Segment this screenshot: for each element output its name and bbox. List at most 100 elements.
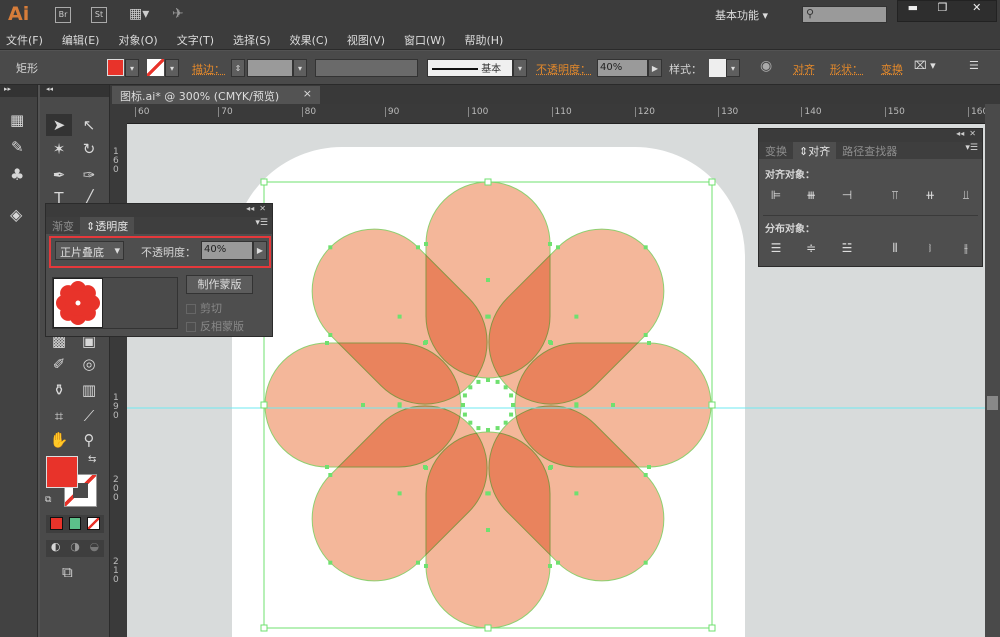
magic-wand-tool-icon[interactable]: ✶ (46, 138, 72, 160)
bridge-button[interactable]: Br (55, 7, 71, 23)
color-mode-button[interactable] (50, 517, 63, 530)
bounding-box-handle[interactable] (260, 624, 268, 632)
bounding-box-handle[interactable] (708, 401, 716, 409)
menu-effect[interactable]: 效果(C) (290, 32, 328, 48)
anchor-point[interactable] (574, 491, 579, 496)
fill-dropdown[interactable]: ▾ (125, 59, 139, 77)
scroll-thumb[interactable] (987, 396, 998, 410)
anchor-point[interactable] (556, 560, 561, 565)
close-window-button[interactable]: ✕ (957, 1, 996, 21)
opacity-label[interactable]: 不透明度： (536, 61, 591, 77)
anchor-point[interactable] (509, 393, 514, 398)
stroke-weight-input[interactable] (247, 59, 293, 77)
close-panel-icon[interactable]: ✕ (259, 204, 266, 213)
selection-tool-icon[interactable]: ➤ (46, 114, 72, 136)
screen-mode-icon[interactable]: ⧉ (62, 563, 73, 581)
anchor-point[interactable] (643, 332, 648, 337)
arrange-documents-icon[interactable]: ▦▾ (129, 6, 149, 22)
anchor-point[interactable] (423, 465, 427, 469)
sync-icon[interactable]: ✈ (172, 6, 184, 22)
anchor-point[interactable] (643, 245, 648, 250)
tab-transparency[interactable]: ⇕透明度 (80, 217, 135, 235)
anchor-point[interactable] (486, 428, 490, 432)
anchor-point[interactable] (548, 466, 552, 470)
align-link[interactable]: 对齐 (793, 61, 815, 77)
menu-type[interactable]: 文字(T) (177, 32, 214, 48)
opacity-input[interactable]: 40% (201, 241, 253, 260)
horizontal-align-center-icon[interactable]: ⧻ (803, 188, 819, 202)
vertical-scrollbar[interactable] (985, 104, 1000, 637)
close-panel-icon[interactable]: ✕ (969, 129, 976, 138)
anchor-point[interactable] (556, 245, 561, 250)
menu-file[interactable]: 文件(F) (6, 32, 43, 48)
anchor-point[interactable] (495, 426, 500, 431)
brush-definition[interactable]: 基本 (427, 59, 513, 77)
anchor-point[interactable] (548, 242, 552, 246)
stock-button[interactable]: St (91, 7, 107, 23)
eyedropper-tool-icon[interactable]: ✐ (46, 353, 72, 375)
horizontal-align-right-icon[interactable]: ⊣ (839, 188, 855, 202)
anchor-point[interactable] (462, 412, 467, 417)
anchor-point[interactable] (328, 332, 333, 337)
stroke-weight-dropdown[interactable]: ▾ (293, 59, 307, 77)
bounding-box-handle[interactable] (484, 624, 492, 632)
anchor-point[interactable] (328, 473, 333, 478)
none-mode-button[interactable] (87, 517, 101, 530)
stroke-color-swatch[interactable] (147, 59, 164, 76)
transform-link[interactable]: 变换 (881, 61, 903, 77)
tab-pathfinder[interactable]: 路径查找器 (836, 142, 903, 160)
shape-link[interactable]: 形状： (830, 61, 863, 77)
tab-transform[interactable]: 变换 (759, 142, 793, 160)
bounding-box-handle[interactable] (708, 178, 716, 186)
horizontal-distribute-center-icon[interactable]: ⧘ (922, 241, 938, 255)
anchor-point[interactable] (325, 465, 329, 469)
anchor-point[interactable] (647, 465, 651, 469)
anchor-point[interactable] (486, 528, 490, 532)
anchor-point[interactable] (643, 473, 648, 478)
anchor-point[interactable] (397, 491, 402, 496)
menu-view[interactable]: 视图(V) (347, 32, 385, 48)
bounding-box-handle[interactable] (484, 178, 492, 186)
menu-object[interactable]: 对象(O) (118, 32, 157, 48)
vertical-align-top-icon[interactable]: ⫪ (887, 188, 903, 202)
artboard-tool-icon[interactable]: ⌗ (46, 405, 72, 427)
search-input[interactable]: ⚲ (802, 6, 887, 23)
symbol-sprayer-tool-icon[interactable]: ⚱ (46, 379, 72, 401)
anchor-point[interactable] (424, 564, 428, 568)
anchor-point[interactable] (643, 560, 648, 565)
menu-select[interactable]: 选择(S) (233, 32, 271, 48)
variable-width-profile[interactable] (315, 59, 418, 77)
collapse-panel-icon[interactable]: ◂◂ (246, 204, 254, 213)
clip-checkbox[interactable]: 剪切 (186, 300, 222, 316)
expand-dock-icon[interactable]: ▸▸ (0, 85, 37, 97)
menu-edit[interactable]: 编辑(E) (62, 32, 100, 48)
gradient-mode-button[interactable] (68, 517, 82, 530)
style-dropdown[interactable]: ▾ (726, 59, 740, 77)
horizontal-align-left-icon[interactable]: ⊫ (768, 188, 784, 202)
layers-panel-icon[interactable]: ◈ (10, 205, 22, 224)
hand-tool-icon[interactable]: ✋ (46, 429, 72, 451)
swatches-panel-icon[interactable]: ▦ (10, 111, 24, 129)
anchor-point[interactable] (485, 314, 490, 319)
recolor-artwork-icon[interactable]: ◉ (760, 58, 772, 74)
anchor-point[interactable] (325, 341, 329, 345)
graphic-style-swatch[interactable] (709, 59, 726, 77)
draw-inside-icon[interactable]: ◒ (90, 540, 100, 557)
anchor-point[interactable] (423, 341, 427, 345)
brush-dropdown[interactable]: ▾ (513, 59, 527, 77)
anchor-point[interactable] (468, 385, 473, 390)
opacity-slider-arrow[interactable]: ▶ (253, 241, 267, 260)
stroke-label[interactable]: 描边： (192, 61, 225, 77)
slice-tool-icon[interactable]: ⟋ (76, 405, 102, 427)
fill-color-box[interactable] (46, 456, 78, 488)
anchor-point[interactable] (468, 420, 473, 425)
anchor-point[interactable] (485, 491, 490, 496)
document-tab[interactable]: 图标.ai* @ 300% (CMYK/预览) × (112, 86, 320, 104)
anchor-point[interactable] (424, 242, 428, 246)
anchor-point[interactable] (511, 403, 515, 407)
horizontal-distribute-right-icon[interactable]: ⫲ (958, 241, 974, 255)
object-thumbnail[interactable] (53, 278, 103, 328)
anchor-point[interactable] (476, 426, 481, 431)
anchor-point[interactable] (328, 245, 333, 250)
anchor-point[interactable] (647, 341, 651, 345)
